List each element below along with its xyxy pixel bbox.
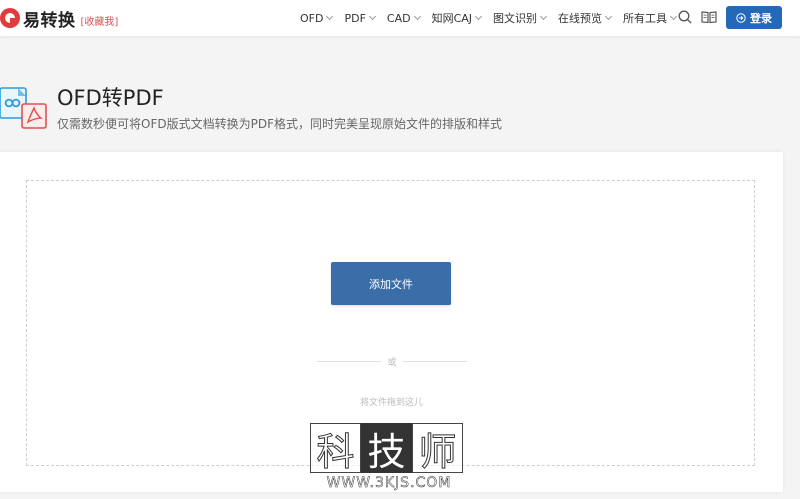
watermark-char: 技 — [361, 423, 412, 474]
nav-item-ofd[interactable]: OFD — [300, 11, 334, 25]
watermark: 科 技 师 WWW.3KJS.COM — [310, 423, 468, 495]
login-icon — [736, 12, 746, 23]
search-icon[interactable] — [678, 10, 692, 24]
watermark-url: WWW.3KJS.COM — [326, 475, 452, 492]
page-title: OFD转PDF — [57, 86, 164, 110]
watermark-char: 科 — [310, 423, 361, 474]
nav-item-label: OFD — [300, 11, 324, 25]
nav-item-label: 知网CAJ — [431, 12, 473, 25]
login-label: 登录 — [750, 11, 772, 25]
logo-text: 易转换 — [23, 10, 76, 31]
nav-item-label: 在线预览 — [558, 12, 603, 25]
nav-item-pdf[interactable]: PDF — [344, 11, 376, 25]
top-navigation-bar: 易转换 [收藏我] OFD PDF CAD 知网CAJ 图文识别 在线预览 所有 — [0, 0, 800, 36]
nav-item-caj[interactable]: 知网CAJ — [431, 10, 483, 26]
chevron-down-icon — [540, 12, 548, 21]
nav-item-cad[interactable]: CAD — [386, 11, 421, 25]
chevron-down-icon — [475, 12, 483, 21]
chevron-down-icon — [670, 12, 678, 21]
nav-item-ocr[interactable]: 图文识别 — [493, 10, 548, 26]
logo-icon — [0, 8, 20, 28]
nav-item-preview[interactable]: 在线预览 — [558, 10, 613, 26]
chevron-down-icon — [413, 12, 421, 21]
or-text: 或 — [387, 357, 397, 368]
chevron-down-icon — [326, 12, 334, 21]
bookmark-link[interactable]: [收藏我] — [81, 13, 119, 28]
drop-hint: 将文件拖到这儿 — [359, 398, 423, 408]
main-nav: OFD PDF CAD 知网CAJ 图文识别 在线预览 所有工具 — [300, 0, 688, 36]
chevron-down-icon — [368, 12, 376, 21]
ofd-to-pdf-icon — [0, 87, 47, 129]
or-divider: 或 — [317, 355, 467, 368]
chevron-down-icon — [605, 12, 613, 21]
add-file-button[interactable]: 添加文件 — [331, 262, 451, 305]
page-subtitle: 仅需数秒便可将OFD版式文档转换为PDF格式，同时完美呈现原始文件的排版和样式 — [57, 117, 502, 131]
login-button[interactable]: 登录 — [726, 6, 782, 29]
nav-item-label: CAD — [386, 11, 411, 25]
watermark-chars: 科 技 师 — [310, 423, 468, 474]
watermark-char: 师 — [412, 423, 463, 474]
book-icon[interactable] — [701, 10, 717, 24]
nav-item-label: 图文识别 — [493, 12, 538, 25]
nav-item-label: PDF — [344, 11, 366, 25]
nav-item-label: 所有工具 — [623, 12, 668, 25]
nav-item-all-tools[interactable]: 所有工具 — [623, 10, 678, 26]
site-logo[interactable]: 易转换 [收藏我] — [0, 6, 119, 31]
